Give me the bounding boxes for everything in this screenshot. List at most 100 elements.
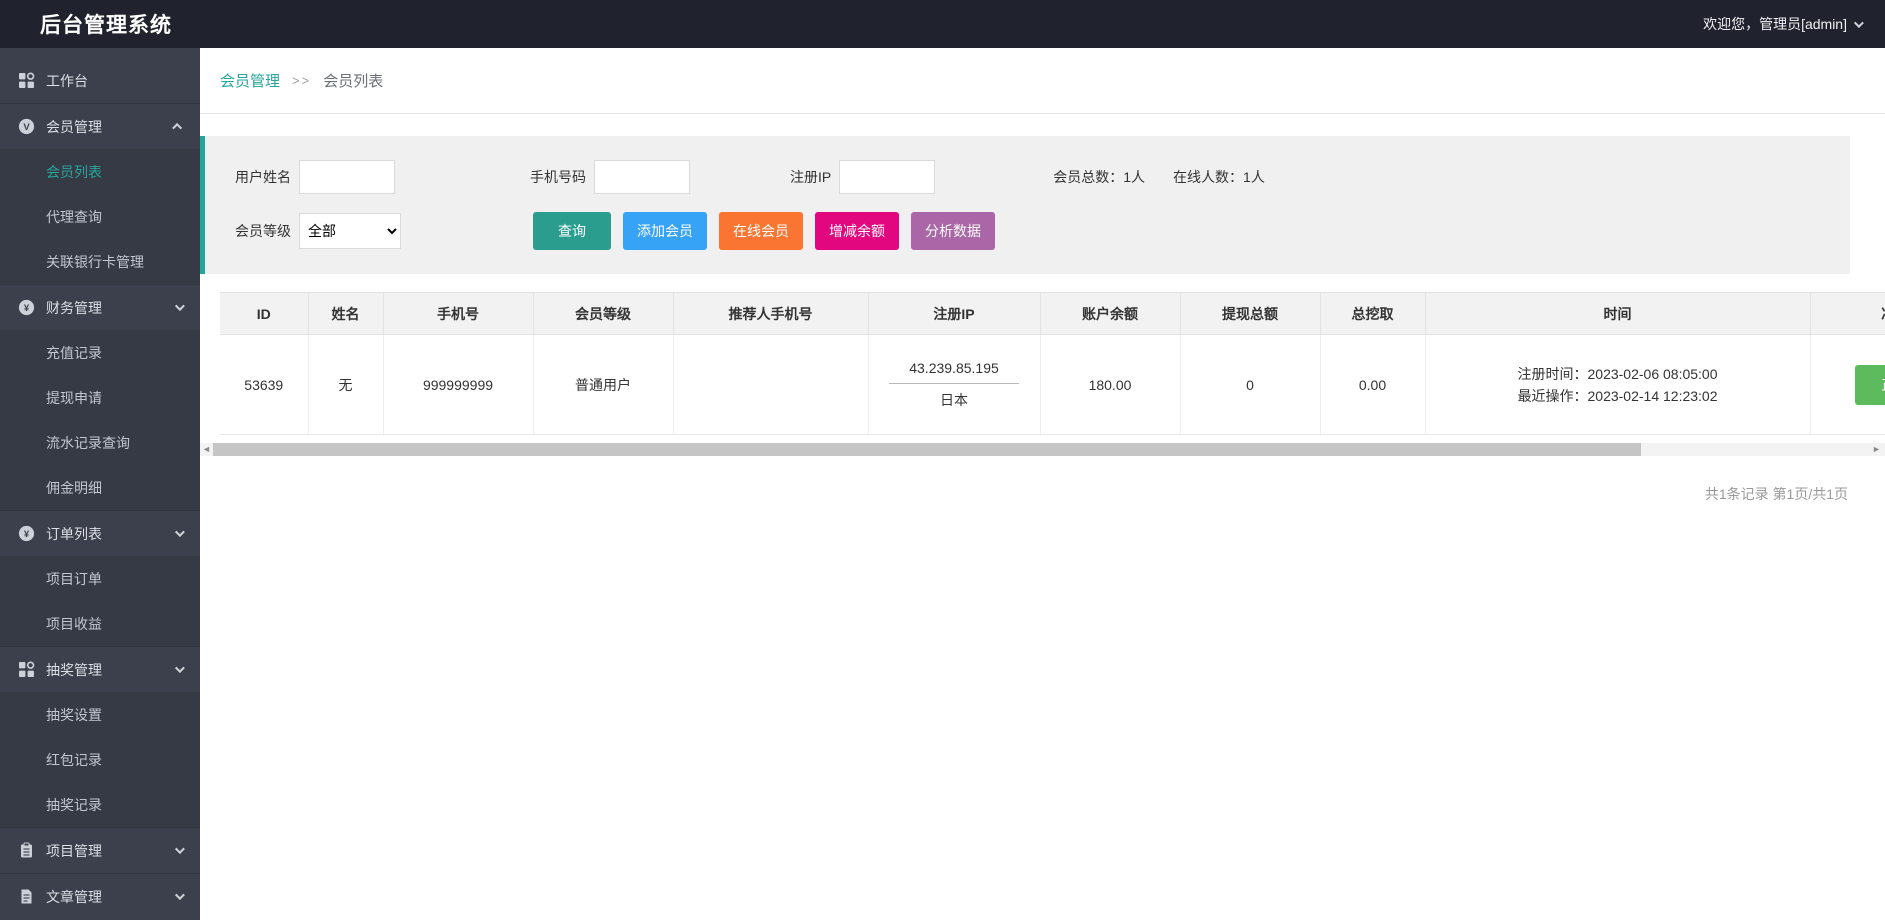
col-header-frozen: 冻结: [1810, 293, 1885, 335]
col-header-ip: 注册IP: [868, 293, 1040, 335]
member-level-group: 会员等级 全部: [235, 213, 401, 249]
table-row: 53639 无 999999999 普通用户 43.239.85.195 日本 …: [220, 335, 1885, 435]
cell-withdraw: 0: [1180, 335, 1320, 435]
status-normal-button[interactable]: 正常: [1855, 365, 1885, 405]
username-input[interactable]: [299, 160, 395, 194]
order-circle-icon: ¥: [18, 525, 35, 542]
chevron-down-icon: [175, 527, 185, 537]
sidebar-item-workbench[interactable]: 工作台: [0, 58, 200, 103]
filter-row-1: 用户姓名 手机号码 注册IP 会员总数：1人 在线人数：1人: [235, 160, 1850, 194]
scrollbar-thumb[interactable]: [213, 443, 1641, 456]
sidebar-item-label: 文章管理: [46, 887, 175, 907]
submenu-finance: 充值记录 提现申请 流水记录查询 佣金明细: [0, 330, 200, 510]
cell-time: 注册时间：2023-02-06 08:05:00 最近操作：2023-02-14…: [1425, 335, 1810, 435]
sidebar-item-bankcard-management[interactable]: 关联银行卡管理: [0, 239, 200, 284]
sidebar-item-label: 项目管理: [46, 841, 175, 861]
pagination-summary: 共1条记录 第1页/共1页: [200, 484, 1885, 504]
submenu-lottery: 抽奖设置 红包记录 抽奖记录: [0, 692, 200, 827]
member-table-container: ID 姓名 手机号 会员等级 推荐人手机号 注册IP 账户余额 提现总额 总挖取…: [220, 292, 1885, 435]
add-member-button[interactable]: 添加会员: [623, 212, 707, 250]
horizontal-scrollbar[interactable]: ◄ ►: [200, 443, 1885, 456]
member-level-select[interactable]: 全部: [299, 213, 401, 249]
cell-status: 正常: [1810, 335, 1885, 435]
sidebar-item-redpacket-records[interactable]: 红包记录: [0, 737, 200, 782]
sidebar-item-label: 财务管理: [46, 298, 175, 318]
chevron-down-icon: [175, 844, 185, 854]
online-count-stat: 在线人数：1人: [1173, 167, 1265, 187]
cell-balance: 180.00: [1040, 335, 1180, 435]
sidebar-nav: 工作台 V 会员管理 会员列表 代理查询 关联银行卡管理 ¥ 财务管理 充值记录…: [0, 48, 200, 919]
member-stats: 会员总数：1人 在线人数：1人: [1053, 167, 1265, 187]
col-header-time: 时间: [1425, 293, 1810, 335]
chevron-down-icon: [175, 890, 185, 900]
cell-ip: 43.239.85.195 日本: [868, 335, 1040, 435]
breadcrumb-section-link[interactable]: 会员管理: [220, 70, 280, 91]
sidebar-item-project-management[interactable]: 项目管理: [0, 828, 200, 873]
sidebar-item-label: 抽奖管理: [46, 660, 175, 680]
sidebar-item-lottery-records[interactable]: 抽奖记录: [0, 782, 200, 827]
member-level-label: 会员等级: [235, 221, 291, 241]
register-ip-label: 注册IP: [790, 167, 831, 187]
query-button[interactable]: 查询: [533, 212, 611, 250]
member-total-stat: 会员总数：1人: [1053, 167, 1145, 187]
sidebar-item-finance-management[interactable]: ¥ 财务管理: [0, 285, 200, 330]
adjust-balance-button[interactable]: 增减余额: [815, 212, 899, 250]
sidebar-item-label: 工作台: [46, 71, 182, 91]
register-ip-filter-group: 注册IP: [790, 160, 935, 194]
col-header-name: 姓名: [308, 293, 383, 335]
cell-referrer: [673, 335, 868, 435]
sidebar-item-transaction-query[interactable]: 流水记录查询: [0, 420, 200, 465]
breadcrumb-separator: >>: [292, 73, 311, 88]
ip-address: 43.239.85.195: [889, 360, 1019, 384]
chevron-down-icon: [1854, 18, 1864, 28]
sidebar-item-order-list[interactable]: ¥ 订单列表: [0, 511, 200, 556]
phone-input[interactable]: [594, 160, 690, 194]
sidebar-group-lottery: 抽奖管理 抽奖设置 红包记录 抽奖记录: [0, 646, 200, 827]
sidebar-item-lottery-settings[interactable]: 抽奖设置: [0, 692, 200, 737]
register-time-label: 注册时间：: [1518, 366, 1588, 382]
filter-row-2: 会员等级 全部 查询 添加会员 在线会员 增减余额 分析数据: [235, 212, 1850, 250]
main-content: 会员管理 >> 会员列表 用户姓名 手机号码 注册IP 会员总数：1人: [200, 48, 1885, 920]
action-buttons: 查询 添加会员 在线会员 增减余额 分析数据: [533, 212, 995, 250]
user-menu[interactable]: 欢迎您，管理员[admin]: [1703, 14, 1861, 34]
chevron-down-icon: [175, 663, 185, 673]
col-header-level: 会员等级: [533, 293, 673, 335]
col-header-id: ID: [220, 293, 308, 335]
submenu-orders: 项目订单 项目收益: [0, 556, 200, 646]
svg-text:V: V: [23, 122, 30, 133]
last-operation-value: 2023-02-14 12:23:02: [1588, 388, 1718, 404]
sidebar-item-project-orders[interactable]: 项目订单: [0, 556, 200, 601]
sidebar-item-recharge-records[interactable]: 充值记录: [0, 330, 200, 375]
sidebar-item-member-management[interactable]: V 会员管理: [0, 104, 200, 149]
welcome-text: 欢迎您，管理员[admin]: [1703, 14, 1847, 34]
sidebar-item-lottery-management[interactable]: 抽奖管理: [0, 647, 200, 692]
scroll-right-arrow-icon[interactable]: ►: [1870, 443, 1883, 456]
submenu-member: 会员列表 代理查询 关联银行卡管理: [0, 149, 200, 284]
sidebar-item-agent-query[interactable]: 代理查询: [0, 194, 200, 239]
scroll-left-arrow-icon[interactable]: ◄: [200, 443, 213, 456]
phone-filter-group: 手机号码: [530, 160, 690, 194]
member-table: ID 姓名 手机号 会员等级 推荐人手机号 注册IP 账户余额 提现总额 总挖取…: [220, 292, 1885, 435]
online-count-value: 1人: [1243, 169, 1265, 185]
sidebar-item-article-management[interactable]: 文章管理: [0, 874, 200, 919]
member-total-label: 会员总数：: [1053, 169, 1123, 185]
register-ip-input[interactable]: [839, 160, 935, 194]
sidebar-item-member-list[interactable]: 会员列表: [0, 149, 200, 194]
sidebar-group-project: 项目管理: [0, 827, 200, 873]
member-total-value: 1人: [1123, 169, 1145, 185]
chevron-down-icon: [175, 301, 185, 311]
online-count-label: 在线人数：: [1173, 169, 1243, 185]
sidebar-item-label: 会员管理: [46, 117, 175, 137]
breadcrumb: 会员管理 >> 会员列表: [200, 48, 1885, 114]
analyze-data-button[interactable]: 分析数据: [911, 212, 995, 250]
sidebar-item-withdraw-requests[interactable]: 提现申请: [0, 375, 200, 420]
sidebar-item-label: 订单列表: [46, 524, 175, 544]
col-header-referrer: 推荐人手机号: [673, 293, 868, 335]
online-members-button[interactable]: 在线会员: [719, 212, 803, 250]
register-time-value: 2023-02-06 08:05:00: [1588, 366, 1718, 382]
sidebar-group-article: 文章管理: [0, 873, 200, 919]
sidebar-item-project-earnings[interactable]: 项目收益: [0, 601, 200, 646]
finance-circle-icon: ¥: [18, 299, 35, 316]
sidebar-item-commission-detail[interactable]: 佣金明细: [0, 465, 200, 510]
sidebar-group-finance: ¥ 财务管理 充值记录 提现申请 流水记录查询 佣金明细: [0, 284, 200, 510]
